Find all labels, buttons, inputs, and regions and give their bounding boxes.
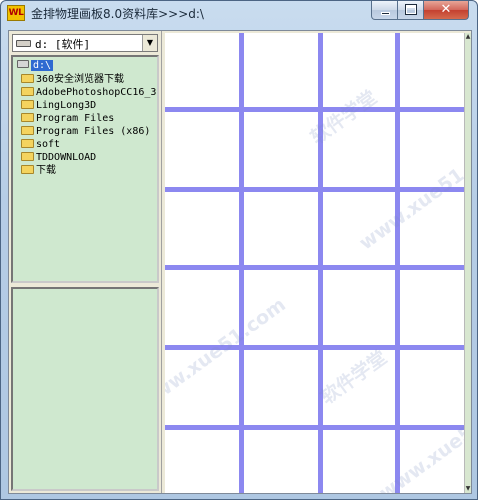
close-button[interactable]: ✕: [424, 1, 469, 20]
title-bar[interactable]: WL 金排物理画板8.0资料库>>>d:\ ✕: [1, 1, 477, 29]
tree-item-label: LingLong3D: [36, 100, 97, 111]
grid-line-horizontal: [165, 265, 464, 270]
tree-item-label: Program Files (x86): [36, 126, 151, 137]
folder-icon: [21, 152, 34, 161]
scroll-up-icon[interactable]: ▲: [465, 33, 471, 41]
vertical-scrollbar[interactable]: ▲ ▼: [464, 33, 471, 493]
watermark: 软件学堂: [306, 86, 382, 149]
watermark: 软件学堂: [316, 346, 392, 409]
tree-item-label: soft: [36, 139, 61, 150]
grid-line-vertical: [239, 107, 244, 493]
grid-line-vertical: [318, 33, 323, 493]
grid-line-vertical: [395, 33, 400, 493]
folder-icon: [21, 165, 34, 174]
tree-item[interactable]: AdobePhotoshopCC16_3: [21, 86, 156, 99]
grid-line-horizontal: [165, 425, 464, 430]
grid-line-horizontal: [165, 345, 464, 350]
window-title: 金排物理画板8.0资料库>>>d:\: [31, 7, 204, 21]
grid-line-horizontal: [165, 107, 464, 112]
folder-icon: [21, 126, 34, 135]
drive-icon: [16, 40, 31, 47]
tree-item[interactable]: LingLong3D: [21, 99, 96, 112]
app-window: WL 金排物理画板8.0资料库>>>d:\ ✕ d: [软件] ▼ d:\ 36…: [0, 0, 478, 500]
tree-item[interactable]: Program Files: [21, 112, 114, 125]
drive-dropdown[interactable]: d: [软件] ▼: [12, 34, 158, 52]
tree-item[interactable]: 下载: [21, 164, 56, 177]
left-panel: d: [软件] ▼ d:\ 360安全浏览器下载 AdobePhotoshopC…: [9, 31, 161, 493]
folder-icon: [21, 87, 34, 96]
grid-canvas[interactable]: 软件学堂 软件学堂 www.xue51.com www.xue51.com ww…: [165, 33, 464, 493]
tree-item[interactable]: 360安全浏览器下载: [21, 73, 124, 86]
grid-line-horizontal: [165, 187, 464, 192]
tree-item-label: 360安全浏览器下载: [36, 74, 125, 85]
tree-item-root[interactable]: d:\: [17, 59, 54, 72]
tree-item-label: Program Files: [36, 113, 115, 124]
caption-buttons: ✕: [371, 1, 469, 20]
close-icon: ✕: [440, 2, 452, 17]
client-area: d: [软件] ▼ d:\ 360安全浏览器下载 AdobePhotoshopC…: [8, 30, 472, 494]
drive-open-icon: [17, 60, 29, 68]
scroll-down-icon[interactable]: ▼: [465, 485, 471, 493]
tree-item[interactable]: soft: [21, 138, 60, 151]
watermark: www.xue51.com: [165, 293, 290, 415]
folder-icon: [21, 74, 34, 83]
folder-icon: [21, 113, 34, 122]
tree-item[interactable]: Program Files (x86): [21, 125, 150, 138]
chevron-down-icon[interactable]: ▼: [142, 35, 157, 51]
folder-icon: [21, 100, 34, 109]
grid-line-vertical: [239, 33, 244, 107]
maximize-button[interactable]: [398, 1, 424, 20]
preview-panel: [11, 287, 159, 491]
watermark: www.xue51.com: [355, 133, 464, 255]
tree-item-label: d:\: [31, 60, 54, 71]
drive-dropdown-value: d: [软件]: [35, 38, 91, 51]
tree-item-label: TDDOWNLOAD: [36, 152, 97, 163]
tree-item-label: AdobePhotoshopCC16_3: [36, 87, 157, 98]
minimize-button[interactable]: [371, 1, 398, 20]
folder-icon: [21, 139, 34, 148]
tree-item-label: 下载: [36, 165, 56, 176]
folder-tree[interactable]: d:\ 360安全浏览器下载 AdobePhotoshopCC16_3 Ling…: [11, 55, 159, 283]
watermark: www.xue51.com: [375, 383, 464, 493]
tree-item[interactable]: TDDOWNLOAD: [21, 151, 96, 164]
app-logo-icon: WL: [7, 5, 25, 21]
minimize-icon: [381, 12, 390, 15]
maximize-icon: [405, 4, 417, 15]
